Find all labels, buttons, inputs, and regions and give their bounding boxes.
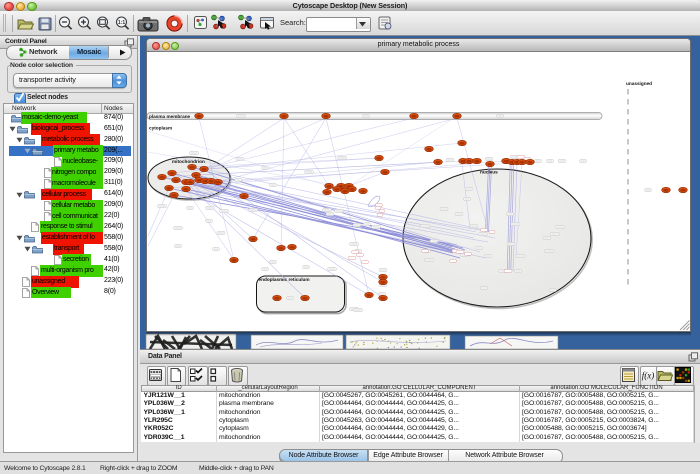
svg-text:mitochondrion: mitochondrion bbox=[172, 159, 205, 164]
svg-text:endoplasmic reticulum: endoplasmic reticulum bbox=[259, 277, 310, 282]
svg-text:unassigned: unassigned bbox=[626, 81, 652, 86]
svg-text:1:1: 1:1 bbox=[118, 20, 125, 26]
svg-text:nucleus: nucleus bbox=[480, 170, 498, 175]
svg-text:f(x): f(x) bbox=[642, 371, 655, 381]
svg-text:cytoplasm: cytoplasm bbox=[149, 126, 172, 131]
svg-text:plasma membrane: plasma membrane bbox=[149, 114, 191, 119]
